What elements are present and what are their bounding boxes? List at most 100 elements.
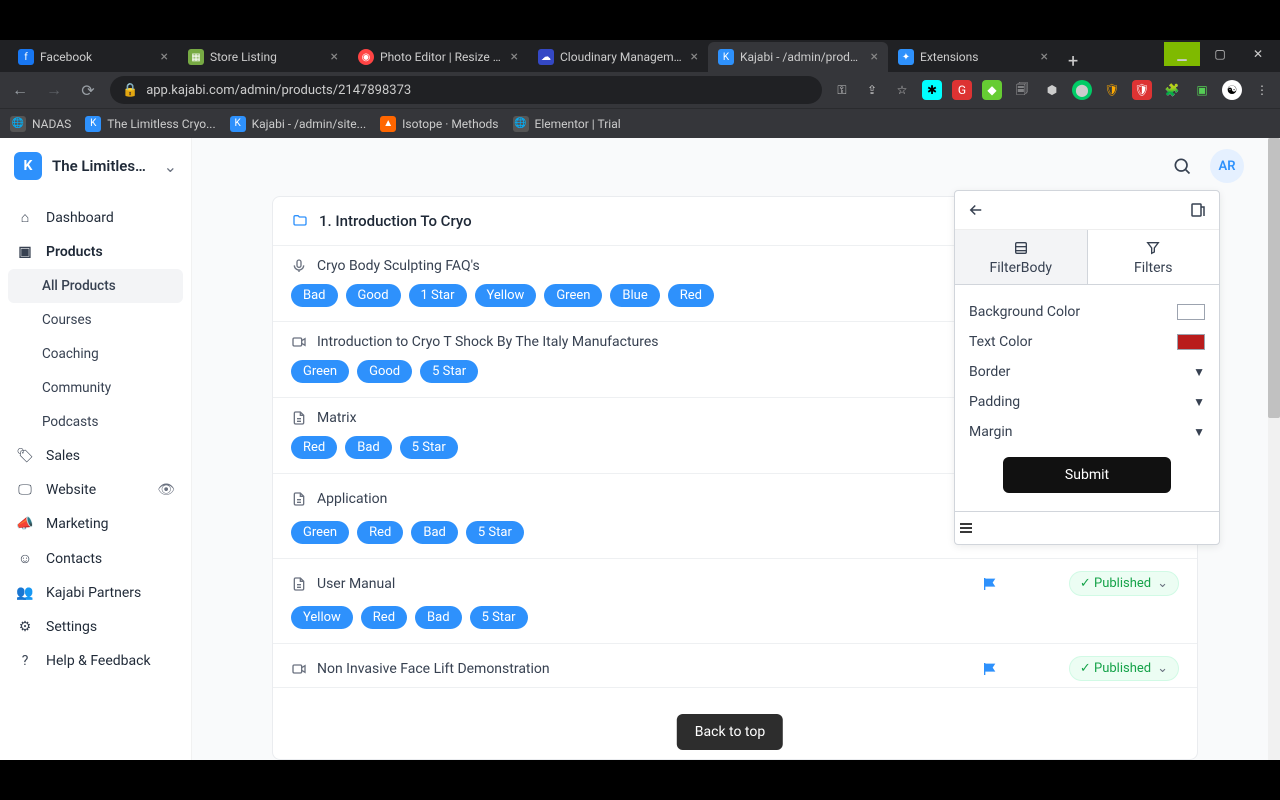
published-badge[interactable]: ✓ Published ⌄ bbox=[1069, 656, 1179, 681]
ext-1-icon[interactable]: ✱ bbox=[922, 80, 942, 100]
back-to-top-button[interactable]: Back to top bbox=[677, 714, 783, 750]
panel-back-button[interactable] bbox=[967, 201, 985, 219]
tab-kajabi[interactable]: KKajabi - /admin/products/× bbox=[708, 42, 888, 72]
share-icon[interactable]: ⇪ bbox=[862, 80, 882, 100]
tag-pill[interactable]: Good bbox=[357, 360, 412, 383]
bookmark-kajabi-admin[interactable]: KKajabi - /admin/site... bbox=[230, 116, 367, 132]
search-icon[interactable] bbox=[1172, 156, 1192, 176]
avatar[interactable]: AR bbox=[1210, 149, 1244, 183]
row-padding[interactable]: Padding▼ bbox=[969, 387, 1205, 417]
close-icon[interactable]: × bbox=[1041, 49, 1048, 65]
ext-3-icon[interactable]: ◆ bbox=[982, 80, 1002, 100]
window-close[interactable]: ✕ bbox=[1240, 42, 1276, 66]
bookmark-limitless[interactable]: KThe Limitless Cryo... bbox=[85, 116, 215, 132]
url-field[interactable]: 🔒app.kajabi.com/admin/products/214789837… bbox=[110, 76, 822, 104]
tag-pill[interactable]: Red bbox=[361, 606, 407, 629]
content-item[interactable]: Non Invasive Face Lift Demonstration ✓ P… bbox=[273, 644, 1197, 688]
window-minimize[interactable]: ▁ bbox=[1164, 42, 1200, 66]
workspace-switcher[interactable]: K The Limitless... ⌄ bbox=[0, 138, 191, 194]
ext-2-icon[interactable]: G bbox=[952, 80, 972, 100]
reload-button[interactable]: ⟳ bbox=[76, 81, 100, 100]
tag-pill[interactable]: 5 Star bbox=[466, 521, 524, 544]
nav-all-products[interactable]: All Products bbox=[8, 269, 183, 303]
bookmark-nadas[interactable]: 🌐NADAS bbox=[10, 116, 71, 132]
tag-pill[interactable]: 5 Star bbox=[470, 606, 528, 629]
nav-partners[interactable]: 👥Kajabi Partners bbox=[0, 576, 191, 610]
bookmark-isotope[interactable]: ▲Isotope · Methods bbox=[380, 116, 498, 132]
ext-9-icon[interactable]: ▣ bbox=[1192, 80, 1212, 100]
tag-pill[interactable]: Blue bbox=[610, 284, 659, 307]
forward-button[interactable]: → bbox=[42, 80, 66, 100]
bookmark-elementor[interactable]: 🌐Elementor | Trial bbox=[513, 116, 621, 132]
profile-icon[interactable]: ☯ bbox=[1222, 80, 1242, 100]
nav-sales[interactable]: 🏷Sales bbox=[0, 439, 191, 473]
nav-community[interactable]: Community bbox=[0, 371, 191, 405]
row-text-color[interactable]: Text Color bbox=[969, 327, 1205, 357]
content-item[interactable]: User Manual ✓ Published ⌄ YellowRedBad5 … bbox=[273, 559, 1197, 644]
tab-cloudinary[interactable]: ☁Cloudinary Management C× bbox=[528, 42, 708, 72]
nav-products[interactable]: ▣Products bbox=[0, 235, 191, 269]
tag-pill[interactable]: Yellow bbox=[475, 284, 537, 307]
tab-extensions[interactable]: ✦Extensions× bbox=[888, 42, 1058, 72]
ext-7-icon[interactable]: 🛡 bbox=[1102, 80, 1122, 100]
flag-icon[interactable] bbox=[981, 661, 999, 677]
main-scrollbar[interactable] bbox=[1268, 138, 1280, 760]
nav-podcasts[interactable]: Podcasts bbox=[0, 405, 191, 439]
ext-4-icon[interactable]: 🗐 bbox=[1012, 80, 1032, 100]
ext-6-icon[interactable]: ⬤ bbox=[1072, 80, 1092, 100]
close-icon[interactable]: × bbox=[871, 49, 878, 65]
flag-icon[interactable] bbox=[981, 576, 999, 592]
nav-coaching[interactable]: Coaching bbox=[0, 337, 191, 371]
tag-pill[interactable]: Yellow bbox=[291, 606, 353, 629]
menu-icon[interactable]: ⋮ bbox=[1252, 80, 1272, 100]
tab-facebook[interactable]: fFacebook× bbox=[8, 42, 178, 72]
panel-export-icon[interactable] bbox=[1189, 201, 1207, 219]
tag-pill[interactable]: Green bbox=[544, 284, 602, 307]
close-icon[interactable]: × bbox=[511, 49, 518, 65]
scrollbar-thumb[interactable] bbox=[1268, 138, 1280, 418]
nav-courses[interactable]: Courses bbox=[0, 303, 191, 337]
close-icon[interactable]: × bbox=[161, 49, 168, 65]
tab-store-listing[interactable]: ▦Store Listing× bbox=[178, 42, 348, 72]
nav-help[interactable]: ?Help & Feedback bbox=[0, 644, 191, 678]
key-icon[interactable]: ⚿ bbox=[832, 80, 852, 100]
back-button[interactable]: ← bbox=[8, 80, 32, 100]
nav-marketing[interactable]: 📣Marketing bbox=[0, 507, 191, 541]
panel-menu-button[interactable] bbox=[955, 511, 1219, 544]
tag-pill[interactable]: Red bbox=[291, 436, 337, 459]
published-badge[interactable]: ✓ Published ⌄ bbox=[1069, 571, 1179, 596]
new-tab-button[interactable]: + bbox=[1058, 51, 1088, 72]
nav-dashboard[interactable]: ⌂Dashboard bbox=[0, 200, 191, 235]
eye-icon[interactable]: 👁 bbox=[157, 482, 175, 498]
tag-pill[interactable]: Bad bbox=[415, 606, 462, 629]
close-icon[interactable]: × bbox=[691, 49, 698, 65]
tag-pill[interactable]: Green bbox=[291, 521, 349, 544]
nav-contacts[interactable]: ☺Contacts bbox=[0, 541, 191, 576]
nav-settings[interactable]: ⚙Settings bbox=[0, 610, 191, 644]
tag-pill[interactable]: Bad bbox=[291, 284, 338, 307]
text-color-swatch[interactable] bbox=[1177, 334, 1205, 350]
puzzle-icon[interactable]: 🧩 bbox=[1162, 80, 1182, 100]
tag-pill[interactable]: Red bbox=[357, 521, 403, 544]
panel-tab-filters[interactable]: Filters bbox=[1088, 230, 1220, 284]
submit-button[interactable]: Submit bbox=[1003, 457, 1171, 493]
tag-pill[interactable]: Red bbox=[668, 284, 714, 307]
tag-pill[interactable]: 1 Star bbox=[409, 284, 467, 307]
ext-8-icon[interactable]: 🛡 bbox=[1132, 80, 1152, 100]
tag-pill[interactable]: Bad bbox=[411, 521, 458, 544]
row-margin[interactable]: Margin▼ bbox=[969, 417, 1205, 447]
bg-color-swatch[interactable] bbox=[1177, 304, 1205, 320]
row-background-color[interactable]: Background Color bbox=[969, 297, 1205, 327]
nav-website[interactable]: 🖵Website👁 bbox=[0, 473, 191, 507]
tag-pill[interactable]: Good bbox=[346, 284, 401, 307]
close-icon[interactable]: × bbox=[331, 49, 338, 65]
tag-pill[interactable]: 5 Star bbox=[420, 360, 478, 383]
window-maximize[interactable]: ▢ bbox=[1202, 42, 1238, 66]
row-border[interactable]: Border▼ bbox=[969, 357, 1205, 387]
panel-tab-filterbody[interactable]: FilterBody bbox=[955, 230, 1088, 284]
tag-pill[interactable]: Bad bbox=[345, 436, 392, 459]
tag-pill[interactable]: 5 Star bbox=[400, 436, 458, 459]
tab-photo-editor[interactable]: ◉Photo Editor | Resize Phot× bbox=[348, 42, 528, 72]
ext-5-icon[interactable]: ⬢ bbox=[1042, 80, 1062, 100]
tag-pill[interactable]: Green bbox=[291, 360, 349, 383]
